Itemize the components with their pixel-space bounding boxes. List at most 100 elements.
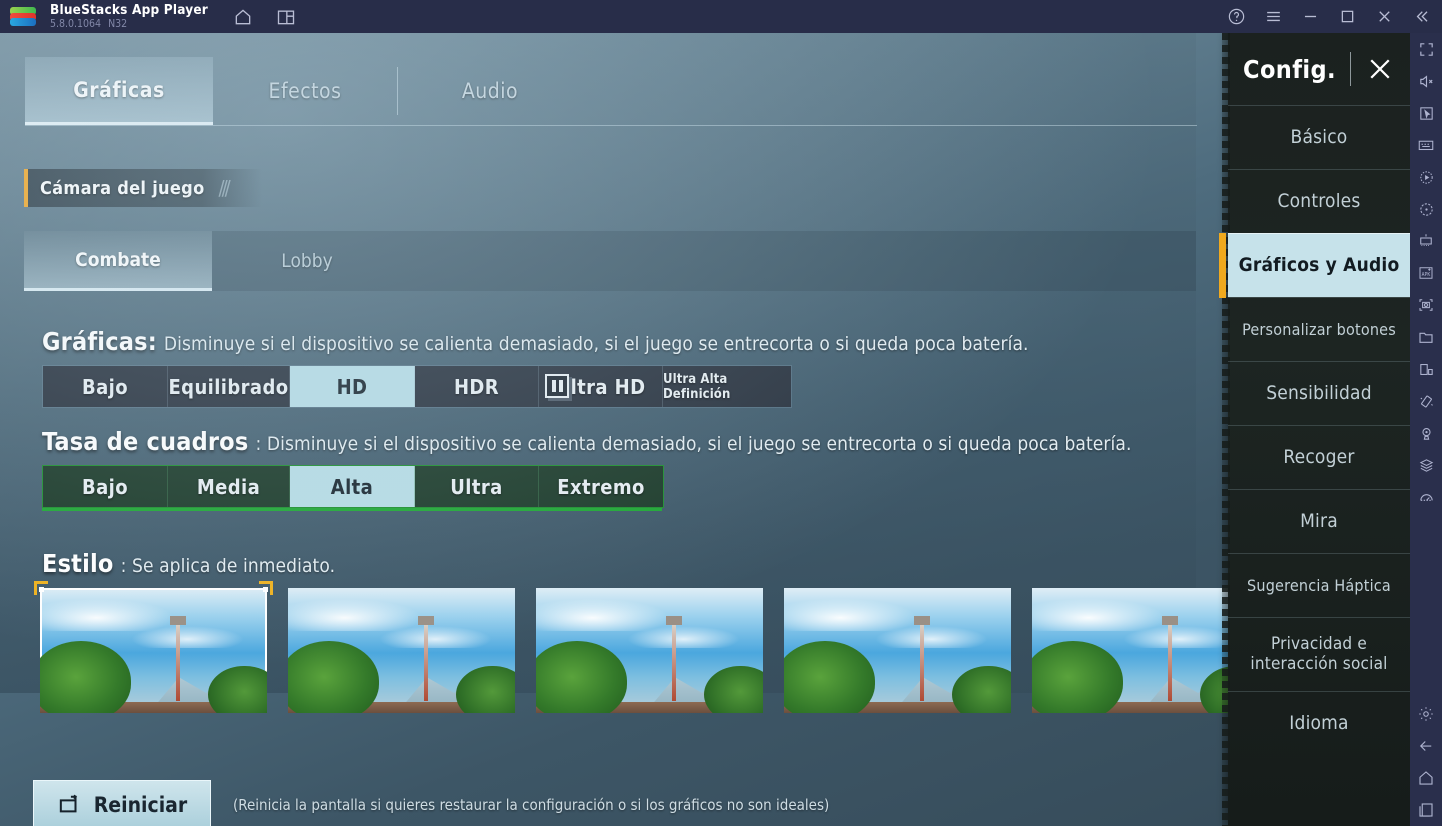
settings-panel: Gráficas Efectos Audio Cámara del juego … (0, 33, 1259, 723)
menu-icon[interactable] (1262, 6, 1284, 28)
restart-screen-icon (57, 794, 83, 816)
reset-note: (Reinicia la pantalla si quieres restaur… (233, 796, 830, 814)
home-icon[interactable] (1410, 762, 1442, 794)
reset-button[interactable]: Reiniciar (33, 780, 211, 826)
sidebar-item-sensibilidad[interactable]: Sensibilidad (1228, 361, 1410, 425)
graphics-option-ultra-hd-label: Ultra HD (555, 374, 646, 399)
graphics-option-ultra-hd[interactable]: Ultra HD (539, 366, 663, 407)
section-chip-camara-del-juego: Cámara del juego /// (24, 169, 262, 207)
config-sidebar-header: Config. (1228, 33, 1410, 105)
back-arrow-icon[interactable] (1410, 730, 1442, 762)
maximize-icon[interactable] (1336, 6, 1358, 28)
graphics-quality-segmented-control: Bajo Equilibrado HD HDR Ultra HD Ultra A… (42, 365, 792, 408)
multi-instance-icon[interactable] (275, 6, 297, 28)
combat-lobby-subtabs: Combate Lobby (24, 231, 1196, 291)
chip-slash-decoration: /// (218, 176, 231, 200)
framerate-option-alta[interactable]: Alta (290, 466, 415, 507)
style-thumbnail-3[interactable] (536, 588, 763, 713)
graphics-top-tabs: Gráficas Efectos Audio (0, 57, 1196, 125)
settings-body: Gráficas: Disminuye si el dispositivo se … (0, 313, 1259, 723)
style-row-label: Estilo: Se aplica de inmediato. (42, 549, 335, 578)
style-thumbnail-1[interactable] (34, 581, 273, 723)
config-sidebar: Config. Básico Controles Gráficos y Audi… (1219, 33, 1410, 826)
graphics-option-hd[interactable]: HD (290, 366, 415, 407)
gear-icon[interactable] (1410, 698, 1442, 730)
close-icon[interactable] (1373, 6, 1395, 28)
app-version: 5.8.0.1064 (50, 17, 102, 30)
graphics-label: Gráficas: (42, 327, 157, 356)
mute-icon[interactable] (1410, 65, 1442, 97)
config-title: Config. (1243, 54, 1336, 84)
minimize-icon[interactable] (1299, 6, 1321, 28)
graphics-option-bajo[interactable]: Bajo (43, 366, 168, 407)
graphics-option-ultra-alta-definicion[interactable]: Ultra Alta Definición (663, 366, 791, 407)
sidebar-item-idioma[interactable]: Idioma (1228, 691, 1410, 755)
framerate-description: : Disminuye si el dispositivo se calient… (255, 433, 1132, 455)
style-description: : Se aplica de inmediato. (120, 555, 336, 577)
home-icon[interactable] (232, 6, 254, 28)
style-preview-image-1 (40, 588, 267, 713)
media-folder-icon[interactable] (1410, 321, 1442, 353)
framerate-row-label: Tasa de cuadros : Disminuye si el disposi… (42, 427, 1131, 456)
subtab-lobby[interactable]: Lobby (214, 231, 400, 291)
sidebar-item-personalizar-botones[interactable]: Personalizar botones (1228, 297, 1410, 361)
multi-instance-sync-icon[interactable] (1410, 225, 1442, 257)
framerate-accent-underline (42, 508, 662, 511)
app-title: BlueStacks App Player (50, 2, 208, 19)
style-thumbnail-list (34, 581, 1259, 723)
bluestacks-side-toolbar: APK (1410, 33, 1442, 826)
collapse-icon[interactable] (1410, 6, 1432, 28)
subtab-combate[interactable]: Combate (24, 231, 212, 291)
location-icon[interactable] (1410, 417, 1442, 449)
app-version-line: 5.8.0.1064 N32 (50, 17, 208, 30)
graphics-row-label: Gráficas: Disminuye si el dispositivo se … (42, 327, 1029, 356)
shake-icon[interactable] (1410, 385, 1442, 417)
framerate-label: Tasa de cuadros (42, 427, 249, 456)
framerate-option-media[interactable]: Media (168, 466, 290, 507)
sidebar-item-mira[interactable]: Mira (1228, 489, 1410, 553)
sidebar-item-recoger[interactable]: Recoger (1228, 425, 1410, 489)
sidebar-item-graficos-y-audio[interactable]: Gráficos y Audio (1219, 233, 1410, 298)
top-tabs-underline (25, 125, 1197, 126)
framerate-option-ultra[interactable]: Ultra (415, 466, 539, 507)
style-thumbnail-4[interactable] (784, 588, 1011, 713)
app-title-block: BlueStacks App Player 5.8.0.1064 N32 (50, 3, 208, 29)
close-icon[interactable] (1365, 54, 1395, 84)
fullscreen-icon[interactable] (1410, 33, 1442, 65)
sidebar-item-controles[interactable]: Controles (1228, 169, 1410, 233)
reset-button-label: Reiniciar (93, 793, 188, 817)
titlebar-left-icons (232, 6, 297, 28)
screenshot-icon[interactable] (1410, 289, 1442, 321)
tab-audio[interactable]: Audio (398, 57, 582, 125)
bluestacks-logo-icon (10, 5, 36, 29)
help-icon[interactable] (1225, 6, 1247, 28)
sidebar-item-privacidad-e-interaccion-social[interactable]: Privacidad e interacción social (1228, 617, 1410, 691)
framerate-option-bajo[interactable]: Bajo (43, 466, 168, 507)
section-title: Cámara del juego (40, 177, 205, 199)
config-header-divider (1349, 52, 1351, 86)
instance-name: N32 (108, 17, 128, 30)
rotate-icon[interactable] (1410, 193, 1442, 225)
style-preview-image-4 (784, 588, 1011, 713)
sidebar-item-basico[interactable]: Básico (1228, 105, 1410, 169)
cursor-icon[interactable] (1410, 97, 1442, 129)
sidebar-item-sugerencia-haptica[interactable]: Sugerencia Háptica (1228, 553, 1410, 617)
graphics-option-hdr[interactable]: HDR (415, 366, 539, 407)
locked-badge-icon (545, 374, 569, 398)
style-thumbnail-2[interactable] (288, 588, 515, 713)
install-apk-icon[interactable]: APK (1410, 257, 1442, 289)
tab-graficas[interactable]: Gráficas (25, 57, 213, 125)
titlebar-right-icons (1225, 6, 1432, 28)
titlebar: BlueStacks App Player 5.8.0.1064 N32 (0, 0, 1442, 33)
macro-record-icon[interactable] (1410, 161, 1442, 193)
layers-icon[interactable] (1410, 449, 1442, 481)
framerate-option-extremo[interactable]: Extremo (539, 466, 663, 507)
recents-icon[interactable] (1410, 794, 1442, 826)
tab-efectos[interactable]: Efectos (213, 57, 397, 125)
style-preview-image-3 (536, 588, 763, 713)
graphics-option-equilibrado[interactable]: Equilibrado (168, 366, 290, 407)
performance-icon[interactable] (1410, 481, 1442, 513)
keyboard-controls-icon[interactable] (1410, 129, 1442, 161)
game-viewport: Gráficas Efectos Audio Cámara del juego … (0, 33, 1410, 826)
multi-window-icon[interactable] (1410, 353, 1442, 385)
